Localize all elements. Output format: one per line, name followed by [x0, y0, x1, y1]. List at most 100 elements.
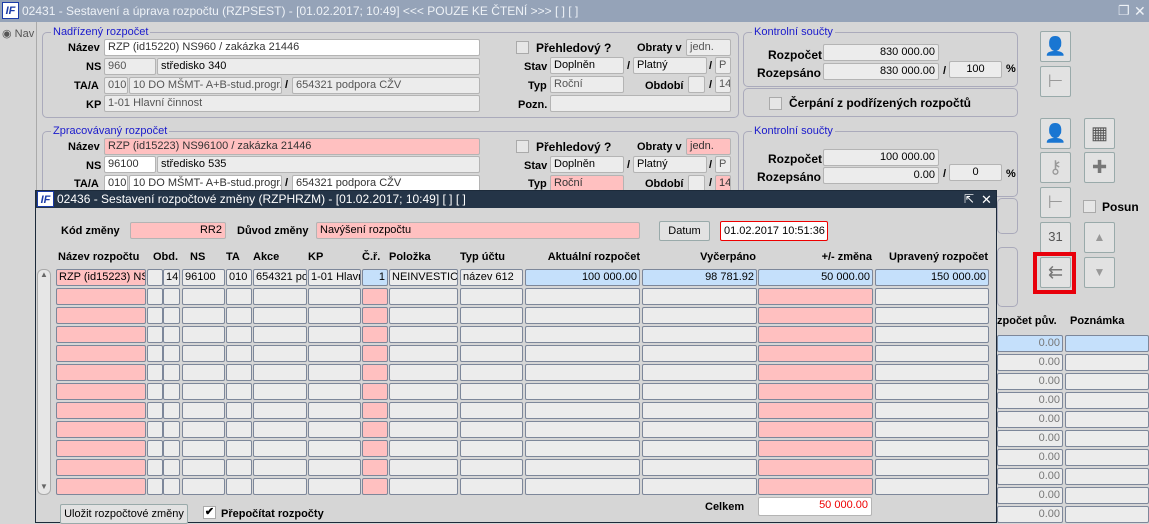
table-cell[interactable] — [147, 288, 163, 305]
table-cell[interactable] — [226, 288, 252, 305]
cerpani-checkbox[interactable] — [769, 97, 782, 110]
table-cell[interactable]: 0.00 — [997, 487, 1063, 504]
table-cell[interactable] — [226, 478, 252, 495]
table-cell[interactable] — [56, 364, 146, 381]
table-cell[interactable] — [253, 345, 307, 362]
table-cell[interactable] — [182, 307, 225, 324]
table-cell[interactable] — [182, 383, 225, 400]
table-cell[interactable] — [1065, 411, 1149, 428]
tree-icon[interactable]: ⊢ — [1040, 66, 1071, 97]
table-cell[interactable] — [362, 440, 388, 457]
table-cell[interactable] — [758, 326, 873, 343]
table-cell[interactable] — [525, 326, 640, 343]
table-cell[interactable] — [253, 459, 307, 476]
table-cell[interactable] — [642, 440, 757, 457]
table-cell[interactable] — [460, 364, 523, 381]
table-cell[interactable] — [226, 421, 252, 438]
restore-icon[interactable]: ❐ — [1118, 0, 1130, 22]
table-cell[interactable] — [163, 288, 180, 305]
table-cell[interactable] — [147, 459, 163, 476]
transfer-icon[interactable]: ⇇ — [1040, 257, 1071, 288]
table-cell[interactable] — [182, 364, 225, 381]
table-cell[interactable] — [460, 459, 523, 476]
table-cell[interactable] — [182, 326, 225, 343]
table-cell[interactable] — [163, 307, 180, 324]
table-cell[interactable]: 654321 podpora — [253, 269, 307, 286]
table-cell[interactable] — [642, 288, 757, 305]
table-cell[interactable] — [875, 383, 989, 400]
tree-icon[interactable]: ⊢ — [1040, 187, 1071, 218]
table-cell[interactable] — [56, 288, 146, 305]
table-cell[interactable] — [758, 364, 873, 381]
table-cell[interactable] — [308, 459, 361, 476]
table-cell[interactable] — [308, 440, 361, 457]
table-cell[interactable] — [1065, 335, 1149, 352]
nadrizeny-akce-field[interactable]: 654321 podpora CŽV — [292, 77, 480, 94]
add-row-icon[interactable]: ✚ — [1084, 152, 1115, 183]
table-cell[interactable]: 0.00 — [997, 373, 1063, 390]
table-cell[interactable] — [147, 478, 163, 495]
table-cell[interactable] — [875, 402, 989, 419]
table-cell[interactable] — [182, 421, 225, 438]
table-cell[interactable] — [389, 307, 458, 324]
table-cell[interactable] — [460, 288, 523, 305]
table-cell[interactable] — [525, 345, 640, 362]
datum-button[interactable]: Datum — [659, 221, 710, 241]
table-cell[interactable] — [226, 440, 252, 457]
table-cell[interactable] — [758, 402, 873, 419]
table-cell[interactable] — [525, 288, 640, 305]
table-cell[interactable] — [253, 288, 307, 305]
table-cell[interactable] — [525, 478, 640, 495]
table-cell[interactable] — [362, 383, 388, 400]
scrollbar[interactable]: ▲ ▼ — [37, 269, 51, 495]
table-cell[interactable] — [875, 288, 989, 305]
table-cell[interactable] — [642, 421, 757, 438]
table-cell[interactable] — [875, 421, 989, 438]
save-changes-button[interactable]: Uložit rozpočtové změny — [60, 504, 188, 524]
table-cell[interactable] — [226, 402, 252, 419]
table-cell[interactable] — [308, 364, 361, 381]
table-cell[interactable] — [308, 421, 361, 438]
table-cell[interactable] — [163, 364, 180, 381]
table-cell[interactable] — [525, 383, 640, 400]
arrow-down-icon[interactable]: ▼ — [1084, 257, 1115, 288]
table-cell[interactable] — [163, 421, 180, 438]
table-cell[interactable] — [642, 478, 757, 495]
table-cell[interactable]: 0.00 — [997, 392, 1063, 409]
table-cell[interactable]: 0.00 — [997, 430, 1063, 447]
table-cell[interactable] — [362, 459, 388, 476]
zpracovavany-ns-field[interactable]: 96100 — [104, 156, 156, 173]
table-cell[interactable]: 150 000.00 — [875, 269, 989, 286]
zpracovavany-stav2-field[interactable]: Platný — [633, 156, 707, 173]
table-cell[interactable] — [163, 440, 180, 457]
table-cell[interactable]: název 612 — [460, 269, 523, 286]
table-cell[interactable] — [253, 307, 307, 324]
table-cell[interactable] — [389, 288, 458, 305]
table-cell[interactable] — [226, 307, 252, 324]
table-cell[interactable] — [642, 383, 757, 400]
table-cell[interactable] — [460, 440, 523, 457]
table-cell[interactable]: 0.00 — [997, 468, 1063, 485]
table-cell[interactable] — [875, 345, 989, 362]
table-cell[interactable] — [147, 402, 163, 419]
nadrizeny-kp-field[interactable]: 1-01 Hlavní činnost — [104, 95, 480, 112]
table-cell[interactable] — [1065, 373, 1149, 390]
table-cell[interactable] — [362, 421, 388, 438]
table-cell[interactable] — [1065, 487, 1149, 504]
table-cell[interactable] — [182, 478, 225, 495]
prepocitat-checkbox[interactable]: ✔ — [203, 506, 216, 519]
table-cell[interactable]: RZP (id15223) NS — [56, 269, 146, 286]
table-cell[interactable] — [362, 307, 388, 324]
table-cell[interactable]: 0.00 — [997, 506, 1063, 523]
table-cell[interactable] — [226, 364, 252, 381]
table-cell[interactable] — [163, 402, 180, 419]
table-cell[interactable] — [253, 364, 307, 381]
table-cell[interactable] — [253, 383, 307, 400]
close-icon[interactable]: ✕ — [981, 191, 992, 208]
table-cell[interactable]: 98 781.92 — [642, 269, 757, 286]
kod-zmeny-field[interactable]: RR2 — [130, 222, 226, 239]
table-cell[interactable] — [525, 440, 640, 457]
table-cell[interactable] — [56, 326, 146, 343]
table-cell[interactable] — [56, 402, 146, 419]
table-cell[interactable]: 0.00 — [997, 449, 1063, 466]
